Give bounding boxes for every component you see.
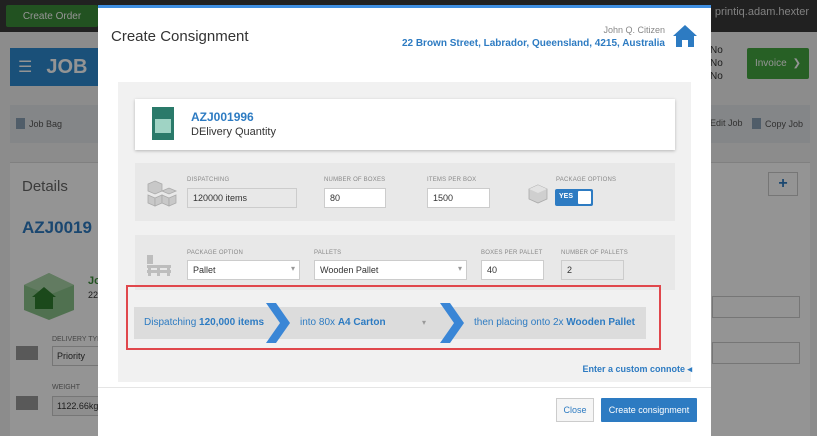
- boxes-per-pallet-label: BOXES PER PALLET: [481, 250, 543, 256]
- modal-title: Create Consignment: [111, 28, 249, 45]
- items-per-box-input[interactable]: 1500: [427, 188, 490, 208]
- enter-custom-connote-link[interactable]: Enter a custom connote ◂: [582, 364, 692, 375]
- dispatch-section: DISPATCHING 120000 items NUMBER OF BOXES…: [135, 163, 675, 221]
- dispatching-field: 120000 items: [187, 188, 297, 208]
- modal-footer-divider: [98, 387, 711, 388]
- package-icon: [528, 184, 548, 204]
- product-code[interactable]: AZJ001996: [191, 110, 254, 124]
- create-consignment-button[interactable]: Create consignment: [601, 398, 697, 422]
- product-description: DElivery Quantity: [191, 126, 276, 138]
- boxes-icon: [147, 180, 178, 207]
- contact-name: John Q. Citizen: [603, 25, 665, 35]
- product-thumbnail: [152, 107, 174, 140]
- package-options-label: PACKAGE OPTIONS: [556, 177, 617, 183]
- delivery-address: John Q. Citizen 22 Brown Street, Labrado…: [402, 25, 665, 49]
- number-of-boxes-label: NUMBER OF BOXES: [324, 177, 386, 183]
- pallets-label: PALLETS: [314, 250, 342, 256]
- home-icon: [673, 25, 697, 47]
- pallet-icon: [147, 255, 171, 276]
- package-option-label: PACKAGE OPTION: [187, 250, 244, 256]
- pallets-select[interactable]: Wooden Pallet: [314, 260, 467, 280]
- address-line: 22 Brown Street, Labrador, Queensland, 4…: [401, 38, 665, 49]
- items-per-box-label: ITEMS PER BOX: [427, 177, 477, 183]
- number-of-pallets-field: 2: [561, 260, 624, 280]
- package-option-select[interactable]: Pallet: [187, 260, 300, 280]
- package-options-toggle[interactable]: YES: [555, 189, 593, 206]
- highlight-outline: [126, 285, 661, 350]
- number-of-boxes-input[interactable]: 80: [324, 188, 386, 208]
- toggle-yes-label: YES: [559, 193, 574, 200]
- boxes-per-pallet-input[interactable]: 40: [481, 260, 544, 280]
- product-card: AZJ001996 DElivery Quantity: [135, 99, 675, 150]
- close-button[interactable]: Close: [556, 398, 594, 422]
- number-of-pallets-label: NUMBER OF PALLETS: [561, 250, 628, 256]
- toggle-knob: [578, 191, 591, 204]
- package-section: PACKAGE OPTION Pallet PALLETS Wooden Pal…: [135, 235, 675, 290]
- dispatching-label: DISPATCHING: [187, 177, 230, 183]
- create-consignment-modal: Create Consignment John Q. Citizen 22 Br…: [98, 5, 711, 436]
